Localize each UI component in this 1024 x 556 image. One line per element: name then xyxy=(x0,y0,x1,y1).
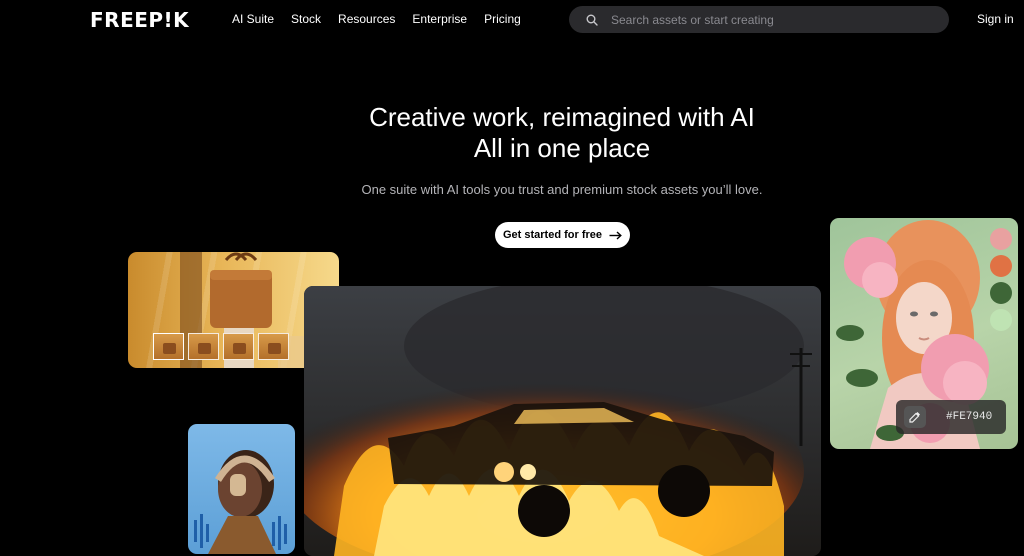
sign-in-link[interactable]: Sign in xyxy=(977,12,1014,26)
freepik-logo[interactable]: FREEP!K xyxy=(90,8,189,32)
color-palette xyxy=(990,228,1012,331)
nav-resources[interactable]: Resources xyxy=(338,12,395,26)
arrow-right-icon xyxy=(609,230,622,240)
hex-color-value: #FE7940 xyxy=(946,411,993,423)
hero-title-line2: All in one place xyxy=(473,133,651,163)
nav-ai-suite[interactable]: AI Suite xyxy=(232,12,274,26)
get-started-button[interactable]: Get started for free xyxy=(495,222,630,248)
variant-thumbnail[interactable] xyxy=(188,333,219,360)
color-picker-readout[interactable]: #FE7940 xyxy=(896,400,1006,434)
nav-pricing[interactable]: Pricing xyxy=(484,12,521,26)
palette-swatch[interactable] xyxy=(990,255,1012,277)
burning-car-illustration xyxy=(304,286,821,556)
get-started-label: Get started for free xyxy=(502,229,603,241)
variant-thumbnail[interactable] xyxy=(153,333,184,360)
nav-enterprise[interactable]: Enterprise xyxy=(412,12,467,26)
search-bar[interactable] xyxy=(569,6,949,33)
headphones-image-card[interactable] xyxy=(188,424,295,554)
headphones-illustration xyxy=(194,450,287,554)
palette-swatch[interactable] xyxy=(990,282,1012,304)
palette-swatch[interactable] xyxy=(990,309,1012,331)
variant-thumbnails xyxy=(153,333,289,360)
portrait-palette-card[interactable]: #FE7940 xyxy=(830,218,1018,449)
hero-subtitle: One suite with AI tools you trust and pr… xyxy=(361,182,763,197)
search-icon xyxy=(586,14,598,26)
variant-thumbnail[interactable] xyxy=(223,333,254,360)
hero-title-line1: Creative work, reimagined with AI xyxy=(369,102,755,132)
nav-stock[interactable]: Stock xyxy=(291,12,321,26)
main-nav: AI Suite Stock Resources Enterprise Pric… xyxy=(232,12,538,26)
eyedropper-icon[interactable] xyxy=(904,406,926,428)
variant-thumbnail[interactable] xyxy=(258,333,289,360)
burning-car-image-card[interactable] xyxy=(304,286,821,556)
search-input[interactable] xyxy=(609,11,933,28)
palette-swatch[interactable] xyxy=(990,228,1012,250)
hero-title: Creative work, reimagined with AI All in… xyxy=(0,102,1024,164)
